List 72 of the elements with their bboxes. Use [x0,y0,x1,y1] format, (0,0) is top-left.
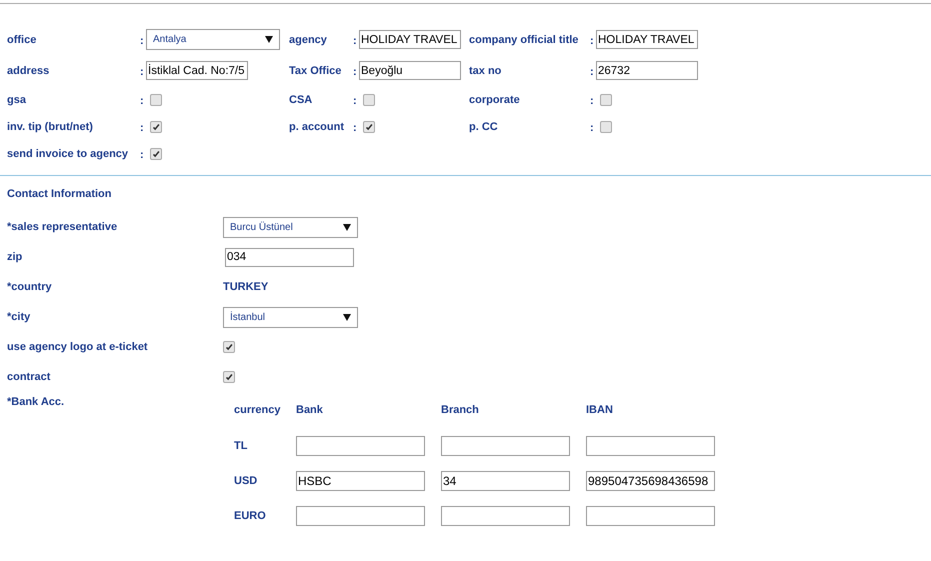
field-label: zip [7,251,24,263]
input-field[interactable]: 34 [441,470,570,490]
field-label: corporate [469,94,521,106]
input-field[interactable] [586,506,715,526]
field-label: use agency logo at e-ticket [7,341,149,353]
input-field[interactable]: Beyoğlu [359,61,461,80]
colon: : [353,34,358,47]
currency-label: USD [234,474,258,486]
input-field[interactable]: 26732 [596,61,698,80]
field-label: p. account [289,120,346,132]
column-header: Branch [441,404,480,416]
field-value: TURKEY [223,281,268,293]
checkbox[interactable] [223,341,235,353]
input-field[interactable]: HOLIDAY TRAVEL [359,30,461,49]
checkbox[interactable] [223,371,235,383]
colon: : [353,65,358,78]
input-field[interactable] [441,436,570,456]
field-label: company official title [469,34,580,46]
column-header: Bank [296,404,324,416]
field-label: Tax Office [289,64,342,76]
colon: : [140,121,145,134]
field-label: *country [7,281,53,293]
checkbox[interactable] [150,148,162,160]
checkbox[interactable] [600,120,612,132]
field-label: *sales representative [7,221,118,233]
colon: : [140,148,145,161]
column-header: currency [234,404,282,416]
currency-label: EURO [234,510,267,522]
colon: : [590,94,595,107]
input-field[interactable]: HSBC [296,470,425,490]
colon: : [140,65,145,78]
input-field[interactable]: 034 [225,248,354,266]
colon: : [140,94,145,107]
field-label: address [7,64,50,76]
caret-icon [343,314,351,320]
input-field[interactable] [441,506,570,526]
checkbox[interactable] [363,120,375,132]
column-header: IBAN [586,404,614,416]
checkbox[interactable] [600,94,612,106]
colon: : [140,34,145,47]
section-title: Contact Information [7,188,112,202]
field-label: office [7,34,38,46]
caret-icon [265,36,273,43]
dropdown[interactable]: Burcu Üstünel [223,216,358,238]
colon: : [353,121,358,134]
checkbox[interactable] [150,120,162,132]
caret-icon [343,224,351,230]
colon: : [590,34,595,47]
field-label: inv. tip (brut/net) [7,120,94,132]
input-field[interactable]: 989504735698436598 [586,470,715,490]
field-label: *city [7,311,32,323]
colon: : [353,94,358,107]
field-label: CSA [289,94,314,106]
field-label: agency [289,34,328,46]
input-field[interactable]: HOLIDAY TRAVEL [596,30,698,49]
checkbox[interactable] [363,94,375,106]
dropdown[interactable]: İstanbul [223,306,358,328]
colon: : [590,121,595,134]
colon: : [590,65,595,78]
checkbox[interactable] [150,94,162,106]
input-field[interactable]: İstiklal Cad. No:7/5 [146,61,248,80]
field-label: contract [7,371,52,383]
field-label: *Bank Acc. [7,396,66,410]
input-field[interactable] [296,436,425,456]
field-label: p. CC [469,120,499,132]
currency-label: TL [234,440,248,452]
field-label: gsa [7,94,27,106]
field-label: tax no [469,64,502,76]
dropdown[interactable]: Antalya [146,29,280,50]
field-label: send invoice to agency [7,148,130,160]
input-field[interactable] [586,436,715,456]
input-field[interactable] [296,506,425,526]
